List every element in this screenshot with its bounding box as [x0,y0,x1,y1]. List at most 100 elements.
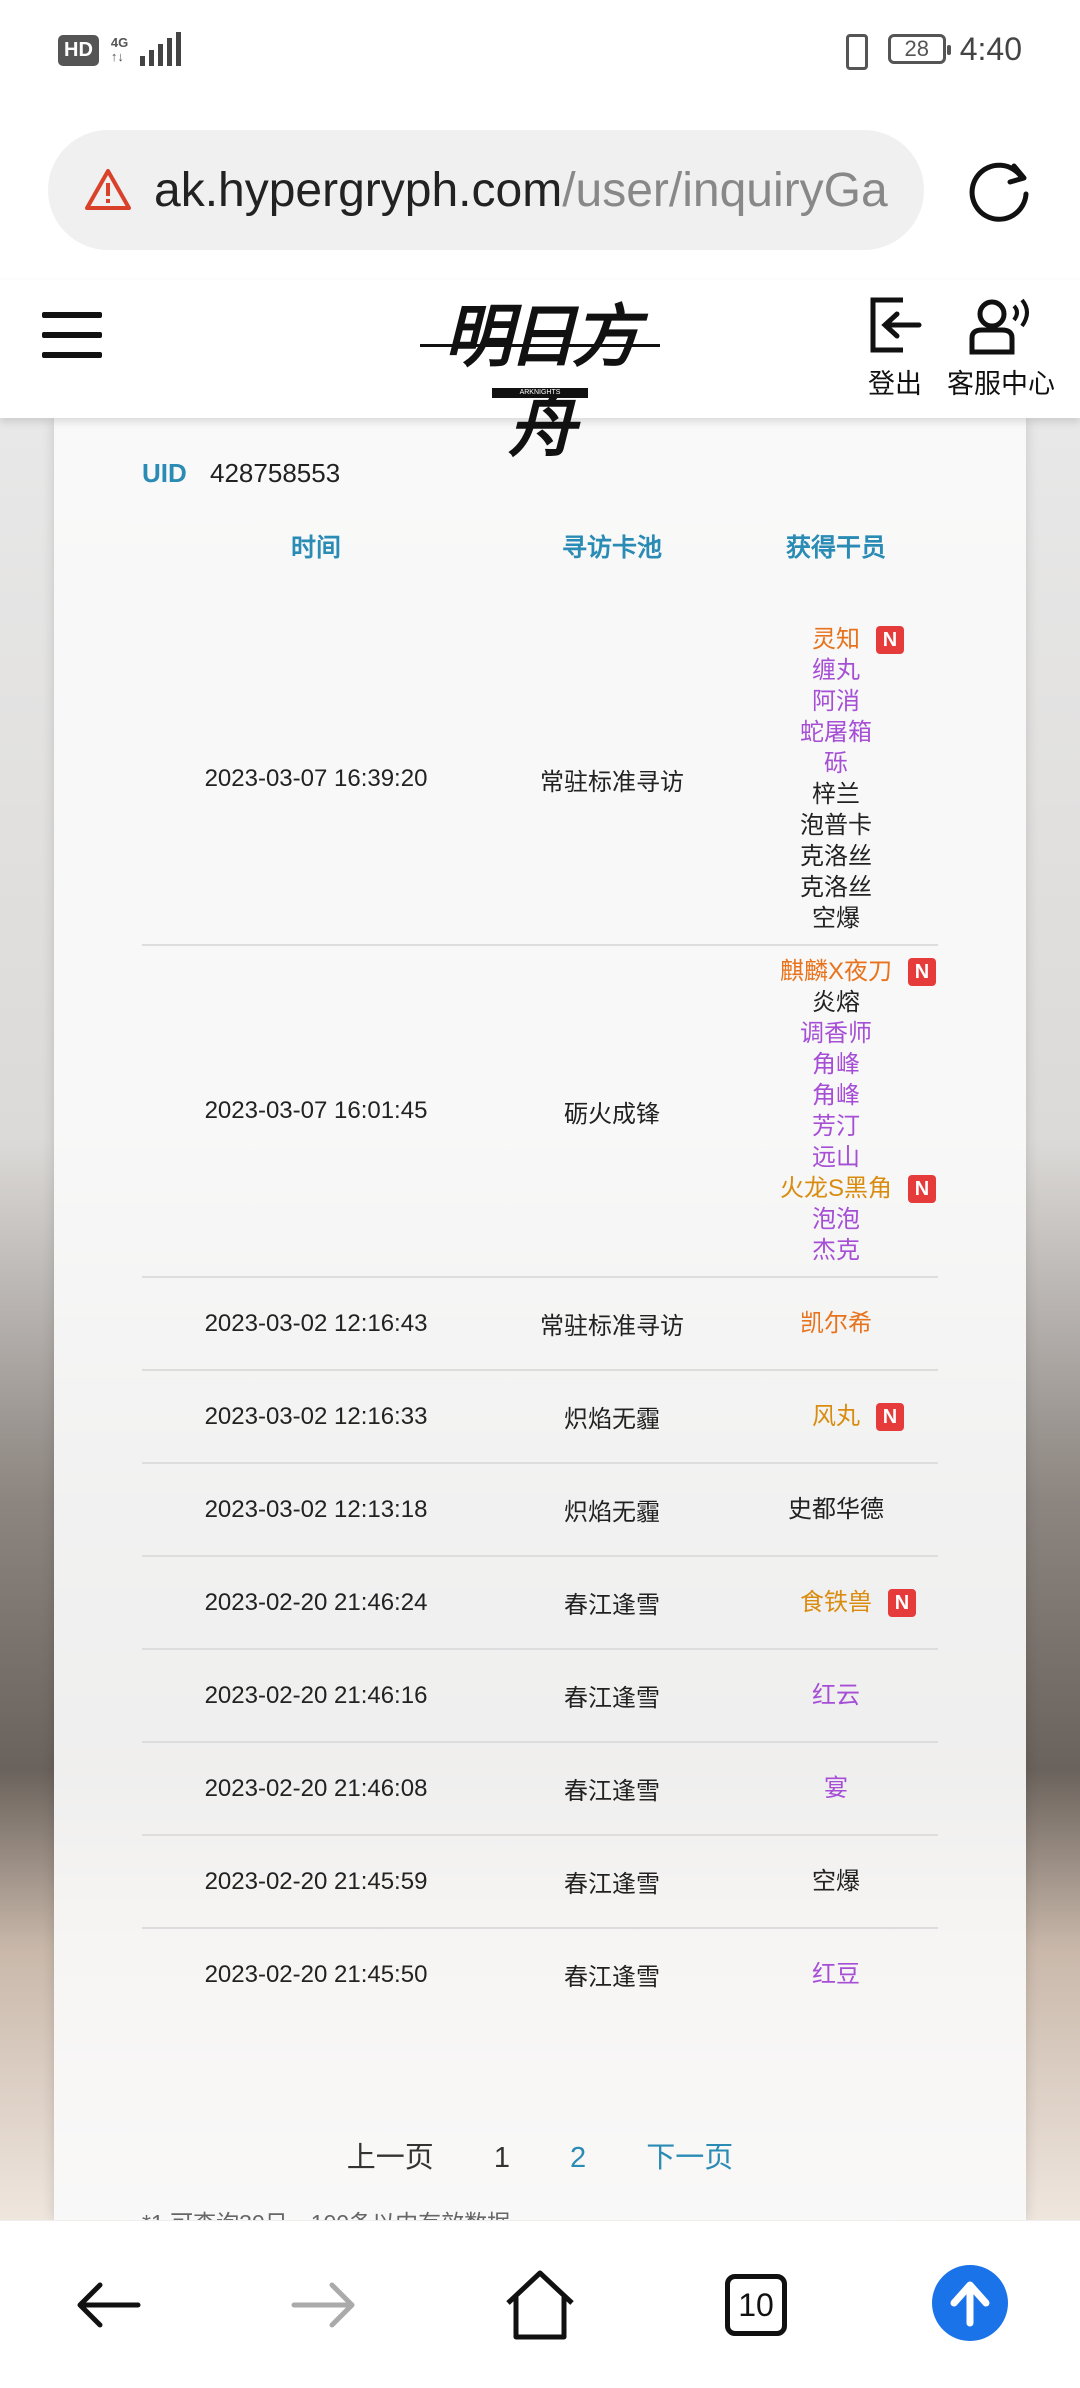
operator-name: 麒麟X夜刀 [779,958,892,985]
new-badge: N [908,1175,936,1203]
operator-entry: 克洛丝 [800,872,872,903]
url-text[interactable]: ak.hypergryph.com/user/inquiryGa [154,163,888,218]
operator-entry: 阿消 [812,686,860,717]
operator-name: 史都华德 [788,1496,884,1523]
operator-entry: 梓兰 [812,779,860,810]
operator-entry: 砾 [824,748,848,779]
arrow-up-icon [950,2281,990,2327]
new-badge: N [876,1403,904,1431]
new-badge: N [908,958,936,986]
site-header: 明日方舟 ARKNIGHTS 登出 客服中心 [0,280,1080,467]
page-1-button[interactable]: 1 [494,2142,510,2175]
table-row: 2023-02-20 21:46:08 春江逢雪 宴 [142,1743,938,1836]
logout-button[interactable]: 登出 [860,294,930,401]
scroll-top-button[interactable] [932,2265,1008,2341]
table-row: 2023-03-07 16:39:20 常驻标准寻访 灵知 N 缠丸 阿消 蛇屠箱砾梓兰 泡普… [142,614,938,946]
battery-icon: 28 [887,34,951,64]
operator-name: 空爆 [812,1868,860,1895]
signal-icon [140,32,182,66]
clock: 4:40 [959,30,1022,67]
page-2-button[interactable]: 2 [570,2142,586,2175]
operator-entry: 麒麟X夜刀 N [779,956,936,987]
cell-operators: 麒麟X夜刀 N 炎熔 调香师 角峰 角峰 芳汀 远山 火龙S黑角 N 泡泡 杰克 [734,946,938,1276]
uid-label: UID [142,458,187,488]
operator-entry: 火龙S黑角 N [779,1173,936,1204]
site-logo[interactable]: 明日方舟 ARKNIGHTS [420,292,660,467]
cell-operators: 红豆 [734,1929,938,2020]
operator-entry: 角峰 [812,1049,860,1080]
operator-name: 克洛丝 [800,874,872,901]
tabs-icon: 10 [725,2274,787,2336]
inquiry-card: UID 428758553 时间 寻访卡池 获得干员 2023-03-07 16… [54,418,1026,2220]
status-bar: HD 4G ↑↓ 28 4:40 [0,0,1080,110]
cell-time: 2023-02-20 21:45:59 [204,1867,428,1895]
browser-bottom-nav: 10 [0,2220,1080,2388]
header-pool: 寻访卡池 [561,534,662,562]
cell-operators: 史都华德 [734,1464,938,1555]
operator-name: 泡泡 [812,1206,860,1233]
operator-name: 红豆 [812,1961,860,1988]
cell-time: 2023-03-07 16:01:45 [204,1097,428,1124]
cell-time: 2023-02-20 21:45:50 [204,1960,428,1988]
forward-arrow-icon[interactable] [284,2265,364,2345]
operator-name: 炎熔 [812,989,860,1016]
operator-name: 泡普卡 [800,812,872,839]
cell-pool: 常驻标准寻访 [540,1313,684,1340]
operator-name: 食铁兽 [800,1589,872,1616]
operator-name: 梓兰 [812,781,860,808]
reload-icon[interactable] [960,150,1040,230]
operator-name: 火龙S黑角 [779,1175,892,1202]
operator-entry: 芳汀 [812,1111,860,1142]
operator-entry: 泡普卡 [800,810,872,841]
cell-pool: 常驻标准寻访 [540,768,684,796]
hamburger-icon[interactable] [42,312,102,360]
operator-entry: 空爆 [812,1866,860,1897]
operator-name: 砾 [824,750,848,777]
operator-name: 宴 [824,1775,848,1802]
operator-entry: 风丸 N [812,1401,904,1432]
cell-operators: 空爆 [734,1836,938,1927]
status-left: HD 4G ↑↓ [58,32,182,66]
operator-name: 阿消 [812,688,860,715]
home-icon[interactable] [500,2265,580,2345]
cell-operators: 食铁兽 N [734,1557,938,1648]
table-row: 2023-03-07 16:01:45 砺火成锋 麒麟X夜刀 N 炎熔 调香师 角峰 角峰 芳汀… [142,946,938,1278]
prev-page-button[interactable]: 上一页 [347,2134,434,2176]
header-time: 时间 [290,534,341,562]
cell-time: 2023-03-07 16:39:20 [204,765,428,792]
operator-name: 红云 [812,1682,860,1709]
gacha-history-table: 时间 寻访卡池 获得干员 2023-03-07 16:39:20 常驻标准寻访 灵知… [142,528,938,2020]
operator-entry: 宴 [824,1773,848,1804]
cell-time: 2023-03-02 12:16:33 [204,1402,428,1430]
cell-operators: 宴 [734,1743,938,1834]
cell-operators: 凯尔希 [734,1278,938,1369]
cell-operators: 红云 [734,1650,938,1741]
uid-value: 428758553 [210,458,341,488]
footnote: *1 可查询30日，100条以内有效数据 [142,2204,510,2220]
operator-name: 风丸 [812,1403,860,1430]
cell-pool: 春江逢雪 [564,1778,660,1805]
operator-entry: 灵知 N [812,624,904,655]
new-badge: N [888,1589,916,1617]
operator-name: 杰克 [812,1237,860,1264]
new-badge: N [876,626,904,654]
operator-name: 克洛丝 [800,843,872,870]
back-arrow-icon[interactable] [68,2265,148,2345]
warning-icon[interactable] [84,166,132,214]
operator-entry: 史都华德 [788,1494,884,1525]
cell-operators: 风丸 N [734,1371,938,1462]
address-bar[interactable]: ak.hypergryph.com/user/inquiryGa [48,130,924,250]
cell-pool: 春江逢雪 [564,1964,660,1991]
operator-name: 空爆 [812,905,860,932]
cell-time: 2023-02-20 21:46:24 [204,1588,428,1616]
next-page-button[interactable]: 下一页 [646,2134,733,2176]
tabs-button[interactable]: 10 [716,2265,796,2345]
operator-entry: 炎熔 [812,987,860,1018]
cell-pool: 春江逢雪 [564,1871,660,1898]
customer-service-button[interactable]: 客服中心 [946,294,1056,401]
cell-time: 2023-03-02 12:13:18 [204,1495,428,1523]
uid-row: UID 428758553 [142,458,340,489]
operator-name: 远山 [812,1144,860,1171]
table-row: 2023-02-20 21:45:50 春江逢雪 红豆 [142,1929,938,2020]
pagination: 上一页 1 2 下一页 [54,2134,1026,2176]
